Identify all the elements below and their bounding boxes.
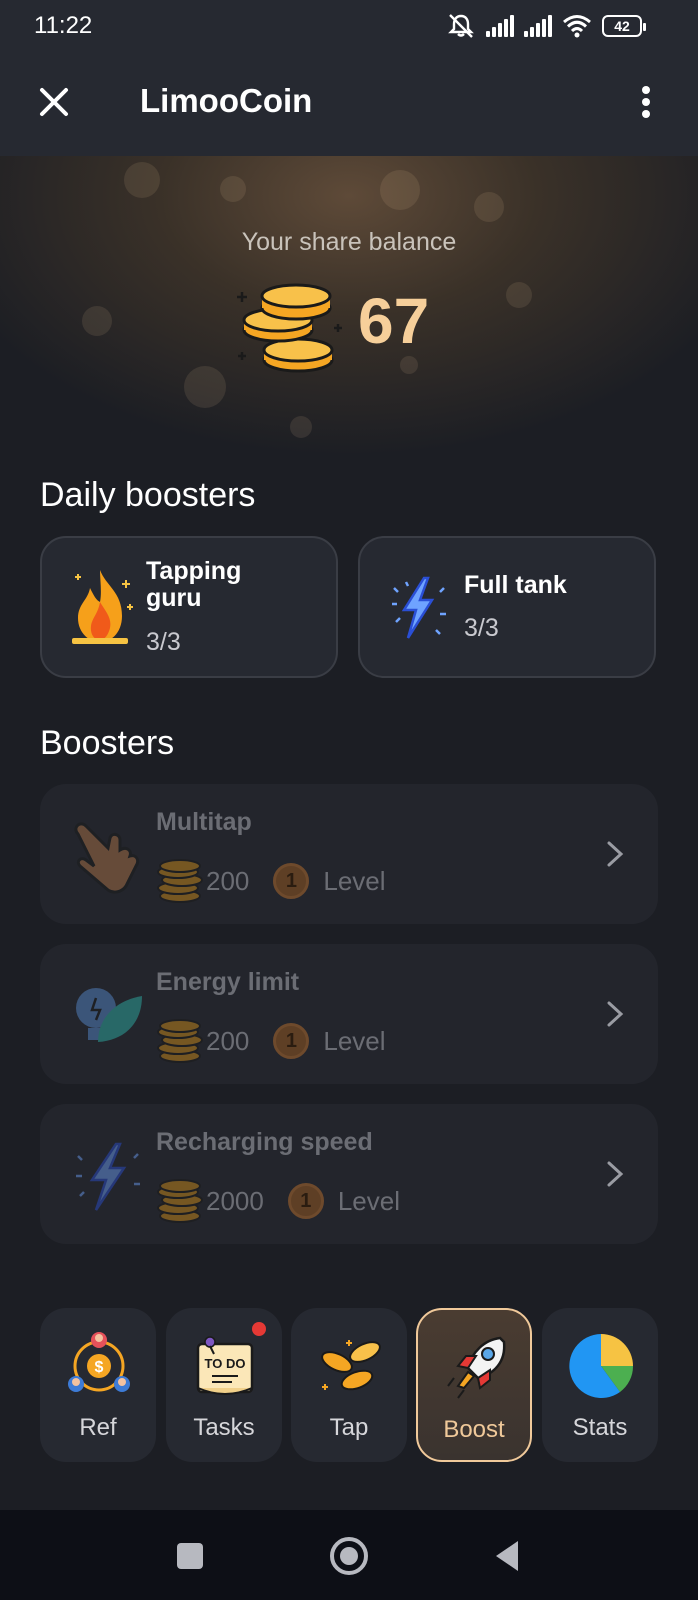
more-menu-icon[interactable] [638, 82, 654, 122]
todo-list-icon: TO DO [196, 1336, 254, 1395]
booster-multitap[interactable]: Multitap 200 1 Level [40, 784, 658, 924]
signal-icon-2 [524, 15, 552, 37]
back-icon[interactable] [486, 1534, 530, 1578]
status-icons: 42 [446, 13, 646, 39]
nav-boost[interactable]: Boost [416, 1308, 532, 1462]
booster-name: Energy limit [156, 968, 300, 996]
lightning-icon [392, 576, 446, 639]
nav-label: Stats [572, 1414, 628, 1441]
pie-chart-icon [569, 1334, 634, 1398]
nav-stats[interactable]: Stats [542, 1308, 658, 1462]
todo-text: TO DO [205, 1356, 246, 1371]
nav-label: Tap [329, 1414, 369, 1441]
daily-booster-name-line1: Tapping [146, 557, 242, 585]
booster-meta: 200 1 Level [156, 858, 386, 904]
svg-text:$: $ [95, 1359, 104, 1376]
booster-cost: 200 [206, 1025, 250, 1056]
balance-hero: Your share balance 67 [0, 156, 698, 466]
daily-booster-full-tank[interactable]: Full tank 3/3 [358, 536, 656, 678]
nav-label: Boost [443, 1416, 505, 1443]
coin-stack-icon [157, 1179, 203, 1223]
battery-indicator: 42 [602, 15, 646, 37]
daily-booster-name-line2: guru [146, 584, 202, 612]
level-badge: 1 [273, 863, 310, 899]
booster-cost: 2000 [206, 1185, 264, 1216]
chevron-right-icon [607, 1001, 624, 1027]
lightning-icon [76, 1142, 140, 1211]
nav-tap[interactable]: Tap [291, 1308, 407, 1462]
level-label: Level [337, 1185, 400, 1216]
nav-tasks[interactable]: TO DO Tasks [166, 1308, 282, 1462]
daily-booster-name: Full tank [464, 571, 567, 599]
coin-stack-icon [237, 283, 342, 373]
booster-name: Recharging speed [156, 1128, 373, 1156]
bulb-leaf-icon [76, 988, 142, 1042]
referral-icon: $ [68, 1332, 130, 1392]
coin-stack-icon [157, 859, 203, 903]
signal-icon [486, 15, 514, 37]
silent-bell-icon [448, 14, 474, 38]
status-time: 11:22 [34, 12, 93, 39]
rocket-icon [447, 1336, 506, 1399]
booster-meta: 2000 1 Level [156, 1178, 400, 1224]
daily-booster-count: 3/3 [146, 628, 181, 656]
booster-recharging-speed[interactable]: Recharging speed 2000 1 Level [40, 1104, 658, 1244]
coins-icon [321, 1340, 381, 1391]
level-badge: 1 [287, 1183, 324, 1219]
app-header: LimooCoin [0, 52, 698, 156]
app-title: LimooCoin [140, 82, 313, 119]
home-icon[interactable] [327, 1534, 371, 1578]
daily-boosters-title: Daily boosters [40, 476, 256, 514]
level-label: Level [323, 1025, 386, 1056]
chevron-right-icon [607, 1161, 624, 1187]
nav-label: Tasks [193, 1414, 255, 1441]
share-balance-label: Your share balance [241, 228, 457, 256]
booster-meta: 200 1 Level [156, 1018, 386, 1064]
system-navigation-bar [0, 1510, 698, 1600]
nav-label: Ref [79, 1414, 117, 1441]
booster-name: Multitap [156, 808, 252, 836]
level-badge: 1 [273, 1023, 310, 1059]
wifi-icon [563, 15, 591, 38]
level-label: Level [323, 865, 386, 896]
balance-value: 67 [358, 285, 430, 357]
chevron-right-icon [607, 841, 624, 867]
tap-hand-icon [74, 822, 140, 894]
status-bar: 11:22 42 [0, 0, 698, 52]
booster-cost: 200 [206, 865, 250, 896]
fire-icon [72, 570, 133, 644]
close-icon[interactable] [34, 82, 74, 122]
nav-ref[interactable]: $ Ref [40, 1308, 156, 1462]
coin-stack-icon [157, 1019, 203, 1063]
daily-booster-name: Tapping guru [146, 558, 241, 612]
recents-icon[interactable] [168, 1534, 212, 1578]
boosters-title: Boosters [40, 724, 175, 762]
daily-booster-count: 3/3 [464, 614, 499, 642]
booster-energy-limit[interactable]: Energy limit 200 1 Level [40, 944, 658, 1084]
daily-booster-tapping-guru[interactable]: Tapping guru 3/3 [40, 536, 338, 678]
